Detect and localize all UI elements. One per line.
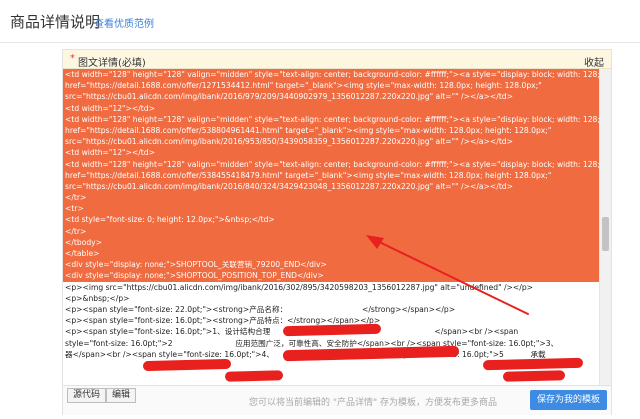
collapse-link[interactable]: 收起	[584, 54, 604, 69]
source-code-editor[interactable]: <td width="128" height="128" valign="mid…	[63, 69, 611, 385]
editor-footer: 源代码 编辑 您可以将当前编辑的 "产品详情" 存为模板，方便发布更多商品 保存…	[63, 385, 611, 415]
page-header: 商品详情说明 查看优质范例	[0, 0, 640, 43]
required-mark: *	[70, 53, 75, 64]
detail-panel: * 图文详情(必填) 收起 <td width="128" height="12…	[62, 49, 612, 415]
view-examples-link[interactable]: 查看优质范例	[94, 15, 154, 30]
editor-scrollbar[interactable]	[599, 69, 611, 385]
edit-tab[interactable]: 编辑	[106, 388, 137, 403]
annotation-arrow	[366, 235, 529, 315]
page-title: 商品详情说明	[10, 13, 101, 31]
source-code-tab[interactable]: 源代码	[67, 388, 107, 403]
save-template-hint: 您可以将当前编辑的 "产品详情" 存为模板，方便发布更多商品	[249, 398, 498, 408]
panel-title: 图文详情(必填)	[78, 58, 146, 69]
panel-header: * 图文详情(必填) 收起	[63, 50, 611, 69]
save-as-template-button[interactable]: 保存为我的模板	[529, 390, 607, 410]
scrollbar-thumb[interactable]	[602, 217, 609, 251]
